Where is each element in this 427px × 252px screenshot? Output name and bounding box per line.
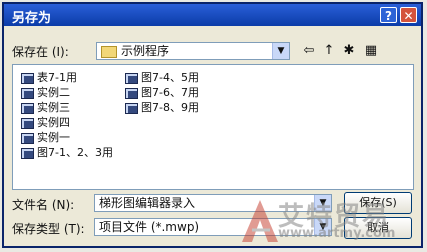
list-item[interactable]: 实例四 (21, 116, 70, 130)
file-list[interactable]: 表7-1用 实例二 实例三 实例四 实例一 图7-1、2、3用 图7-4、5用 … (12, 64, 414, 190)
filename-field[interactable]: 梯形图编辑器录入 ▼ (94, 194, 332, 212)
project-file-icon (21, 103, 34, 114)
project-file-icon (21, 88, 34, 99)
up-folder-icon[interactable]: ↑ (320, 43, 338, 59)
back-icon[interactable]: ⇦ (300, 43, 318, 59)
new-folder-icon[interactable]: ✱ (340, 43, 358, 59)
list-item[interactable]: 实例一 (21, 131, 70, 145)
list-item[interactable]: 图7-6、7用 (125, 86, 199, 100)
help-button[interactable]: ? (380, 7, 397, 23)
save-button[interactable]: 保存(S) (344, 192, 412, 214)
folder-icon (101, 46, 117, 58)
list-item[interactable]: 图7-1、2、3用 (21, 146, 113, 160)
filetype-label: 保存类型 (T): (12, 222, 85, 236)
cancel-button[interactable]: 取消 (344, 217, 412, 239)
list-item[interactable]: 图7-4、5用 (125, 71, 199, 85)
save-as-dialog: 另存为 ? ✕ 保存在 (I): 示例程序 ▼ ⇦ ↑ ✱ ▦ 表7-1用 实例… (2, 2, 423, 248)
view-menu-icon[interactable]: ▦ (362, 43, 380, 59)
filetype-value: 项目文件 (*.mwp) (99, 220, 200, 234)
save-in-dropdown[interactable]: 示例程序 ▼ (96, 42, 290, 60)
chevron-down-icon[interactable]: ▼ (314, 195, 331, 211)
list-item[interactable]: 图7-8、9用 (125, 101, 199, 115)
list-item[interactable]: 实例二 (21, 86, 70, 100)
list-item[interactable]: 表7-1用 (21, 71, 77, 85)
title-bar: 另存为 ? ✕ (4, 4, 421, 26)
filename-label: 文件名 (N): (12, 198, 75, 212)
project-file-icon (21, 148, 34, 159)
project-file-icon (125, 88, 138, 99)
dialog-title: 另存为 (12, 11, 52, 26)
filename-value: 梯形图编辑器录入 (99, 196, 196, 210)
list-item[interactable]: 实例三 (21, 101, 70, 115)
project-file-icon (125, 73, 138, 84)
filetype-dropdown[interactable]: 项目文件 (*.mwp) ▼ (94, 218, 332, 236)
project-file-icon (21, 133, 34, 144)
project-file-icon (21, 118, 34, 129)
chevron-down-icon[interactable]: ▼ (314, 219, 331, 235)
project-file-icon (125, 103, 138, 114)
save-in-value: 示例程序 (121, 44, 170, 58)
save-in-label: 保存在 (I): (12, 45, 69, 59)
project-file-icon (21, 73, 34, 84)
close-button[interactable]: ✕ (400, 7, 417, 23)
chevron-down-icon[interactable]: ▼ (272, 43, 289, 59)
